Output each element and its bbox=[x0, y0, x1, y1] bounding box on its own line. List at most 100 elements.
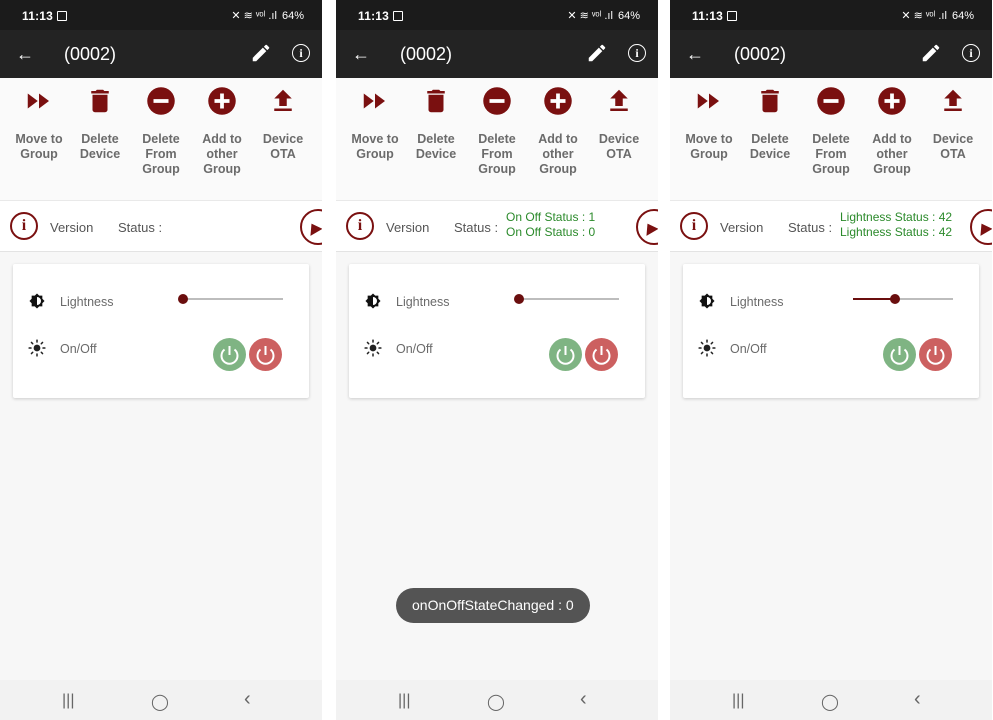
action-trash-button[interactable]: Delete Device bbox=[740, 86, 800, 162]
power-off-button[interactable] bbox=[585, 338, 618, 371]
minus-circle-icon bbox=[147, 87, 175, 115]
action-label: Device OTA bbox=[598, 132, 640, 161]
action-fast-forward-button[interactable]: Move to Group bbox=[9, 86, 69, 162]
refresh-button[interactable] bbox=[636, 209, 658, 245]
edit-pencil-icon[interactable] bbox=[586, 42, 608, 64]
slider-thumb[interactable] bbox=[178, 294, 188, 304]
controls-card: Lightness On/Off bbox=[13, 264, 309, 398]
info-icon[interactable]: i bbox=[628, 44, 646, 62]
power-icon bbox=[256, 346, 275, 365]
upload-icon bbox=[274, 89, 292, 111]
lightness-slider[interactable] bbox=[178, 294, 283, 304]
info-circle-icon[interactable]: i bbox=[10, 212, 38, 240]
page-title: (0002) bbox=[64, 44, 117, 64]
action-label: Add to other Group bbox=[202, 132, 242, 176]
phone-screen-3: 11:13 ✕ ≋ ᵛᵒˡ .ıl 64% ← (0002) i Move to… bbox=[670, 0, 992, 720]
recents-button[interactable]: ||| bbox=[398, 692, 410, 710]
toast-message: onOnOffStateChanged : 0 bbox=[396, 588, 590, 623]
power-on-button[interactable] bbox=[883, 338, 916, 371]
back-arrow-icon[interactable]: ← bbox=[686, 44, 704, 65]
lightness-label: Lightness bbox=[396, 295, 450, 309]
info-icon[interactable]: i bbox=[292, 44, 310, 62]
recents-button[interactable]: ||| bbox=[732, 692, 744, 710]
status-line-1: On Off Status : 1 bbox=[506, 210, 596, 224]
refresh-button[interactable] bbox=[970, 209, 992, 245]
action-plus-circle-button[interactable]: Add to other Group bbox=[862, 86, 922, 177]
action-label: Add to other Group bbox=[872, 132, 912, 176]
edit-pencil-icon[interactable] bbox=[920, 42, 942, 64]
sun-icon bbox=[364, 339, 382, 357]
home-button[interactable]: ◯ bbox=[487, 692, 505, 712]
action-label: Move to Group bbox=[685, 132, 733, 161]
info-circle-icon[interactable]: i bbox=[346, 212, 374, 240]
nav-back-button[interactable]: ‹ bbox=[914, 688, 921, 711]
power-off-button[interactable] bbox=[249, 338, 282, 371]
battery-level: 64% bbox=[281, 10, 304, 22]
minus-circle-icon bbox=[483, 87, 511, 115]
onoff-label: On/Off bbox=[396, 342, 433, 356]
signal-icons: ✕ ≋ ᵛᵒˡ .ıl bbox=[901, 10, 947, 22]
nav-back-button[interactable]: ‹ bbox=[244, 688, 251, 711]
system-icons: ✕ ≋ ᵛᵒˡ .ıl 64% bbox=[229, 9, 304, 22]
action-upload-button[interactable]: Device OTA bbox=[923, 86, 983, 162]
status-bar: 11:13 ✕ ≋ ᵛᵒˡ .ıl 64% bbox=[336, 0, 658, 30]
lightness-label: Lightness bbox=[730, 295, 784, 309]
home-button[interactable]: ◯ bbox=[821, 692, 839, 712]
system-nav-bar: ||| ◯ ‹ bbox=[670, 680, 992, 720]
lightness-label: Lightness bbox=[60, 295, 114, 309]
home-button[interactable]: ◯ bbox=[151, 692, 169, 712]
clock: 11:13 bbox=[22, 9, 68, 23]
action-plus-circle-button[interactable]: Add to other Group bbox=[528, 86, 588, 177]
bell-icon bbox=[305, 220, 322, 236]
action-fast-forward-button[interactable]: Move to Group bbox=[679, 86, 739, 162]
slider-thumb[interactable] bbox=[514, 294, 524, 304]
back-arrow-icon[interactable]: ← bbox=[16, 44, 34, 65]
fast-forward-icon bbox=[27, 93, 49, 109]
version-label: Version bbox=[720, 220, 764, 235]
power-icon bbox=[220, 346, 239, 365]
power-icon bbox=[556, 346, 575, 365]
action-upload-button[interactable]: Device OTA bbox=[589, 86, 649, 162]
gallery-icon bbox=[727, 11, 738, 21]
device-info-row: i Version Status : On Off Status : 1 On … bbox=[336, 200, 658, 252]
edit-pencil-icon[interactable] bbox=[250, 42, 272, 64]
system-icons: ✕ ≋ ᵛᵒˡ .ıl 64% bbox=[565, 9, 640, 22]
action-minus-circle-button[interactable]: Delete From Group bbox=[467, 86, 527, 177]
onoff-label: On/Off bbox=[730, 342, 767, 356]
clock: 11:13 bbox=[692, 9, 738, 23]
power-on-button[interactable] bbox=[549, 338, 582, 371]
info-circle-icon[interactable]: i bbox=[680, 212, 708, 240]
action-fast-forward-button[interactable]: Move to Group bbox=[345, 86, 405, 162]
action-minus-circle-button[interactable]: Delete From Group bbox=[801, 86, 861, 177]
lightness-slider[interactable] bbox=[514, 294, 619, 304]
back-arrow-icon[interactable]: ← bbox=[352, 44, 370, 65]
minus-circle-icon bbox=[817, 87, 845, 115]
recents-button[interactable]: ||| bbox=[62, 692, 74, 710]
trash-icon bbox=[427, 89, 445, 113]
app-bar: ← (0002) i bbox=[0, 30, 322, 78]
slider-fill bbox=[853, 298, 895, 300]
controls-card: Lightness On/Off bbox=[349, 264, 645, 398]
battery-level: 64% bbox=[951, 10, 974, 22]
action-minus-circle-button[interactable]: Delete From Group bbox=[131, 86, 191, 177]
nav-back-button[interactable]: ‹ bbox=[580, 688, 587, 711]
trash-icon bbox=[91, 89, 109, 113]
action-label: Add to other Group bbox=[538, 132, 578, 176]
fast-forward-icon bbox=[363, 93, 385, 109]
power-on-button[interactable] bbox=[213, 338, 246, 371]
action-upload-button[interactable]: Device OTA bbox=[253, 86, 313, 162]
power-off-button[interactable] bbox=[919, 338, 952, 371]
action-trash-button[interactable]: Delete Device bbox=[406, 86, 466, 162]
action-trash-button[interactable]: Delete Device bbox=[70, 86, 130, 162]
onoff-label: On/Off bbox=[60, 342, 97, 356]
action-plus-circle-button[interactable]: Add to other Group bbox=[192, 86, 252, 177]
lightness-slider[interactable] bbox=[853, 294, 953, 304]
info-icon[interactable]: i bbox=[962, 44, 980, 62]
plus-circle-icon bbox=[208, 87, 236, 115]
slider-thumb[interactable] bbox=[890, 294, 900, 304]
plus-circle-icon bbox=[878, 87, 906, 115]
status-values: On Off Status : 1 On Off Status : 0 bbox=[506, 210, 595, 240]
system-nav-bar: ||| ◯ ‹ bbox=[0, 680, 322, 720]
system-nav-bar: ||| ◯ ‹ bbox=[336, 680, 658, 720]
refresh-button[interactable] bbox=[300, 209, 322, 245]
